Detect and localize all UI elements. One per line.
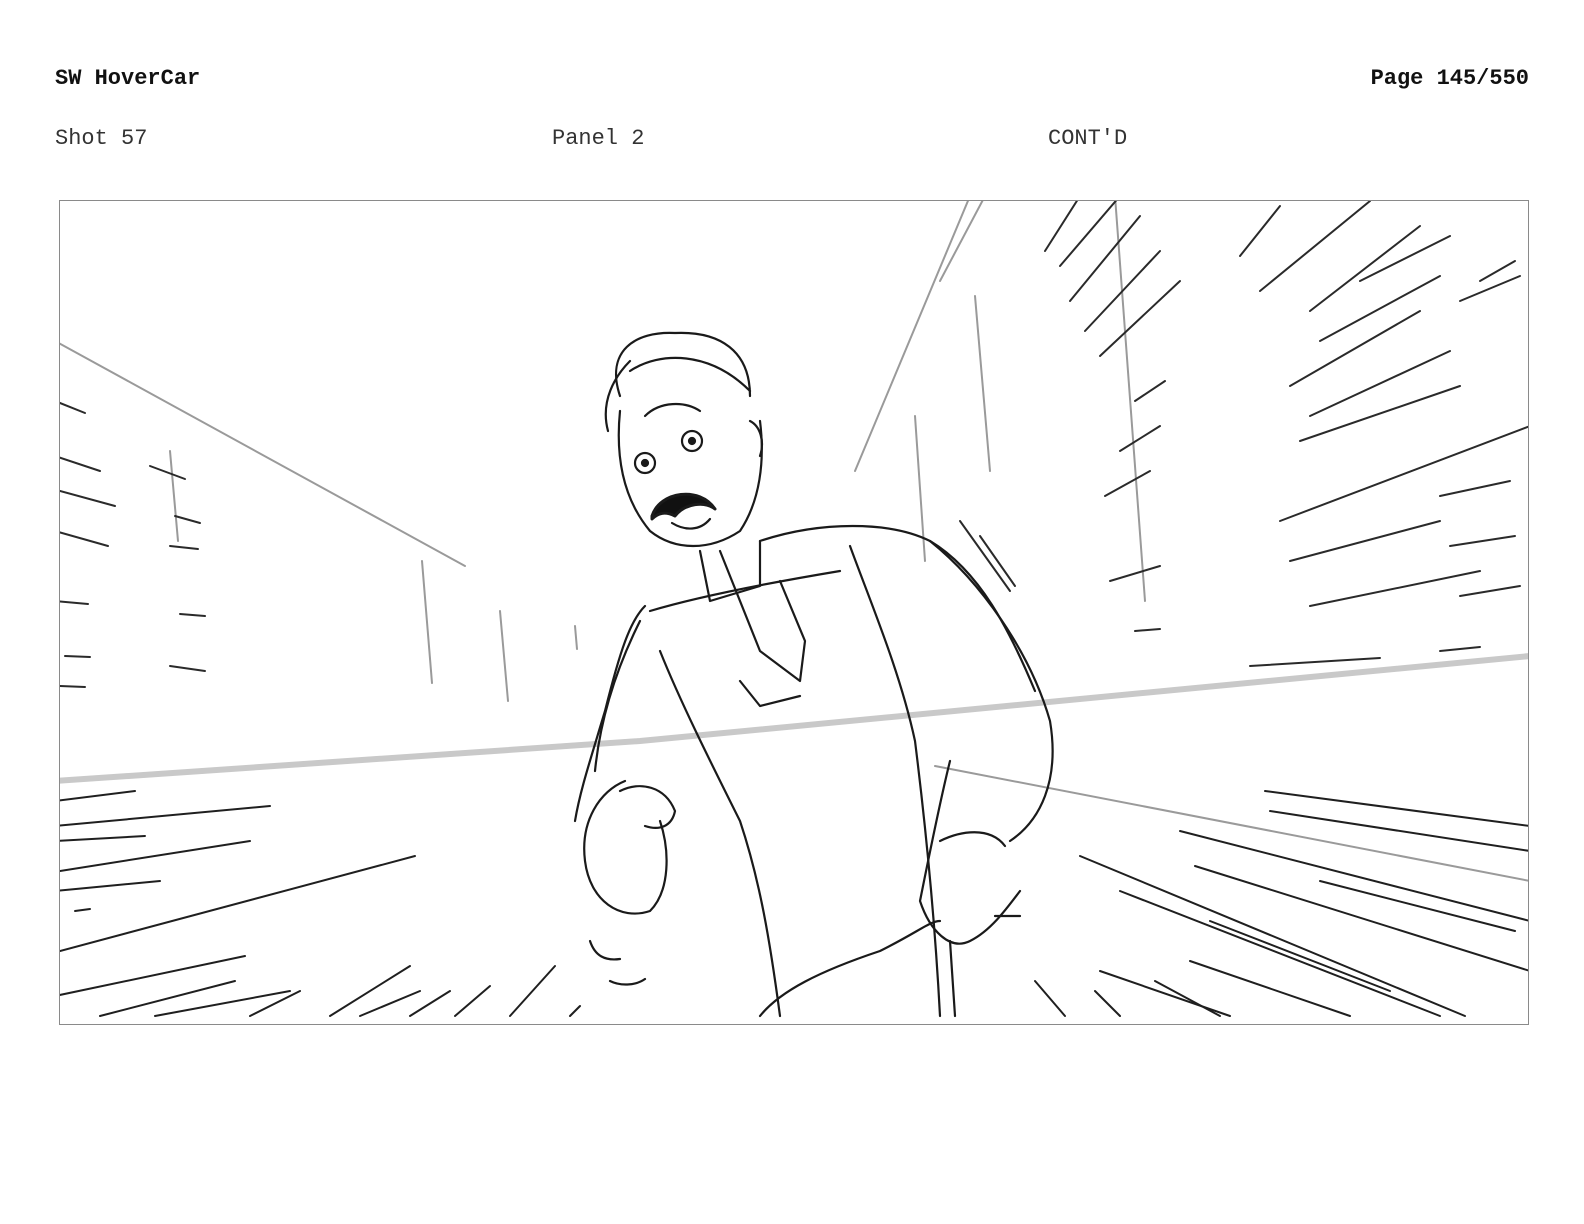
panel-number: Panel 2 xyxy=(552,126,645,151)
horizon-line xyxy=(60,653,1528,784)
storyboard-panel xyxy=(59,200,1529,1025)
continuation-label: CONT'D xyxy=(1048,126,1128,151)
storyboard-sketch-icon xyxy=(60,201,1528,1018)
page-counter: Page 145/550 xyxy=(1370,66,1529,91)
shot-number: Shot 57 xyxy=(55,126,148,151)
project-title: SW HoverCar xyxy=(55,66,201,91)
character-sketch xyxy=(573,331,1054,1018)
